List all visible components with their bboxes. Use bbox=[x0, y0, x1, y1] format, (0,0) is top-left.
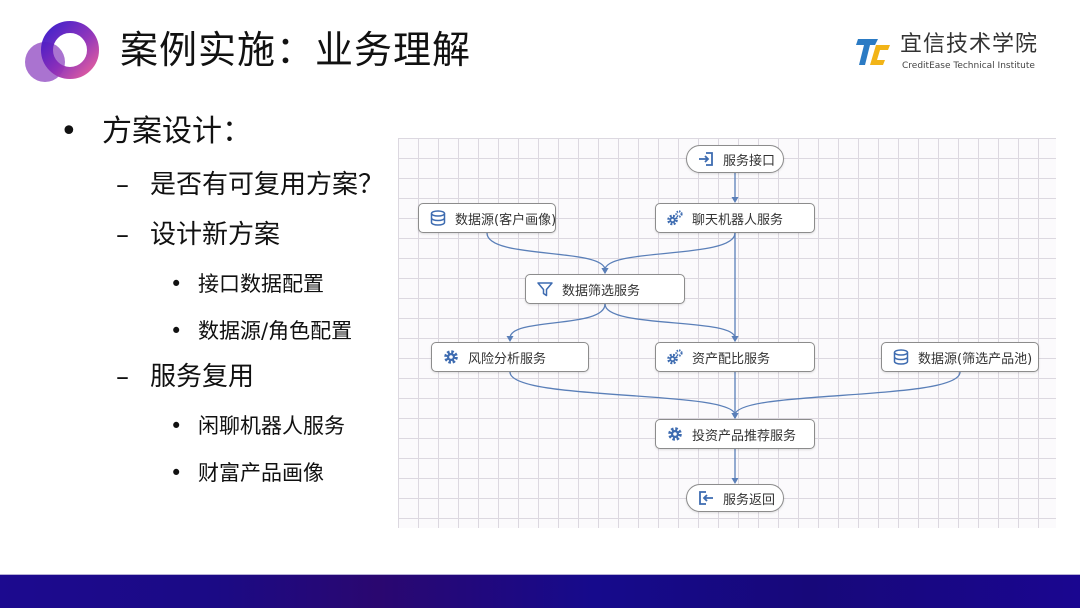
bullet-text: 财富产品画像 bbox=[198, 461, 324, 485]
bullet-text: 接口数据配置 bbox=[198, 272, 324, 296]
flow-node-api-out[interactable]: 服务返回 bbox=[686, 484, 784, 512]
brand-logo: 宜信技术学院 CreditEase Technical Institute bbox=[856, 32, 1056, 74]
database-icon bbox=[429, 209, 447, 227]
flow-edge-risk-to-recommend bbox=[509, 371, 736, 416]
flow-node-ds-client[interactable]: 数据源(客户画像) bbox=[418, 203, 556, 233]
flow-edge-ds_client-to-filter bbox=[486, 232, 606, 271]
database-icon bbox=[892, 348, 910, 366]
bullet-item: • 接口数据配置 bbox=[170, 270, 324, 298]
flow-node-alloc[interactable]: 资产配比服务 bbox=[655, 342, 815, 372]
tc-logo-mark-icon bbox=[856, 39, 890, 65]
brand-rings-logo-icon bbox=[25, 21, 99, 82]
flow-node-label: 服务接口 bbox=[723, 153, 776, 169]
filter-icon bbox=[536, 280, 554, 298]
footer-band bbox=[0, 575, 1080, 608]
bullet-item: • 财富产品画像 bbox=[170, 459, 324, 487]
flow-node-filter[interactable]: 数据筛选服务 bbox=[525, 274, 685, 304]
flow-node-label: 服务返回 bbox=[723, 492, 776, 508]
bullet-item: • 数据源/角色配置 bbox=[170, 317, 352, 345]
flow-node-ds-pool[interactable]: 数据源(筛选产品池) bbox=[881, 342, 1039, 372]
bullet-text: 数据源/角色配置 bbox=[198, 319, 353, 343]
bullet-marker: • bbox=[170, 319, 183, 343]
bullet-marker: – bbox=[116, 220, 129, 250]
bullet-marker: – bbox=[116, 362, 129, 392]
login-icon bbox=[697, 150, 715, 168]
gear-icon bbox=[442, 348, 460, 366]
flow-node-label: 风险分析服务 bbox=[468, 351, 547, 367]
flow-node-label: 数据筛选服务 bbox=[562, 283, 641, 299]
bullet-item: • 闲聊机器人服务 bbox=[170, 412, 345, 440]
bullet-item: – 是否有可复用方案？ bbox=[116, 168, 384, 202]
gears-icon bbox=[666, 209, 684, 227]
flow-node-label: 数据源(筛选产品池) bbox=[918, 351, 1033, 367]
bullet-item: • 方案设计： bbox=[60, 112, 252, 152]
brand-name-cn: 宜信技术学院 bbox=[900, 32, 1039, 57]
bullet-item: – 服务复用 bbox=[116, 360, 254, 394]
flow-diagram-canvas: 服务接口数据源(客户画像) 聊天机器人服务数据筛选服务风险分析服务 资产配比服务 数据… bbox=[398, 138, 1056, 528]
bullet-marker: • bbox=[60, 114, 78, 149]
flow-node-label: 资产配比服务 bbox=[692, 351, 771, 367]
gear-icon bbox=[666, 425, 684, 443]
bullet-text: 设计新方案 bbox=[150, 220, 281, 250]
bullet-text: 方案设计： bbox=[102, 114, 252, 149]
slide-title: 案例实施：业务理解 bbox=[120, 28, 472, 72]
bullet-text: 服务复用 bbox=[150, 362, 255, 392]
flow-node-recommend[interactable]: 投资产品推荐服务 bbox=[655, 419, 815, 449]
flow-edge-ds_pool-to-recommend bbox=[734, 371, 961, 416]
flow-edge-filter-to-alloc bbox=[604, 303, 736, 339]
bullet-item: – 设计新方案 bbox=[116, 218, 280, 252]
brand-name-en: CreditEase Technical Institute bbox=[902, 61, 1035, 71]
bullet-text: 是否有可复用方案？ bbox=[150, 170, 385, 200]
flow-node-risk[interactable]: 风险分析服务 bbox=[431, 342, 589, 372]
flow-edge-filter-to-risk bbox=[509, 303, 606, 339]
bullet-marker: • bbox=[170, 272, 183, 296]
gears-icon bbox=[666, 348, 684, 366]
flow-node-chatbot[interactable]: 聊天机器人服务 bbox=[655, 203, 815, 233]
bullet-marker: • bbox=[170, 414, 183, 438]
flow-node-label: 聊天机器人服务 bbox=[692, 212, 784, 228]
flow-node-label: 数据源(客户画像) bbox=[455, 212, 557, 228]
bullet-text: 闲聊机器人服务 bbox=[198, 414, 345, 438]
flow-edges bbox=[486, 173, 961, 484]
flow-edge-chatbot-to-filter bbox=[604, 232, 736, 271]
bullet-marker: • bbox=[170, 461, 183, 485]
logout-icon bbox=[697, 489, 715, 507]
bullet-marker: – bbox=[116, 170, 129, 200]
flow-node-api-in[interactable]: 服务接口 bbox=[686, 145, 784, 173]
flow-node-label: 投资产品推荐服务 bbox=[692, 428, 797, 444]
